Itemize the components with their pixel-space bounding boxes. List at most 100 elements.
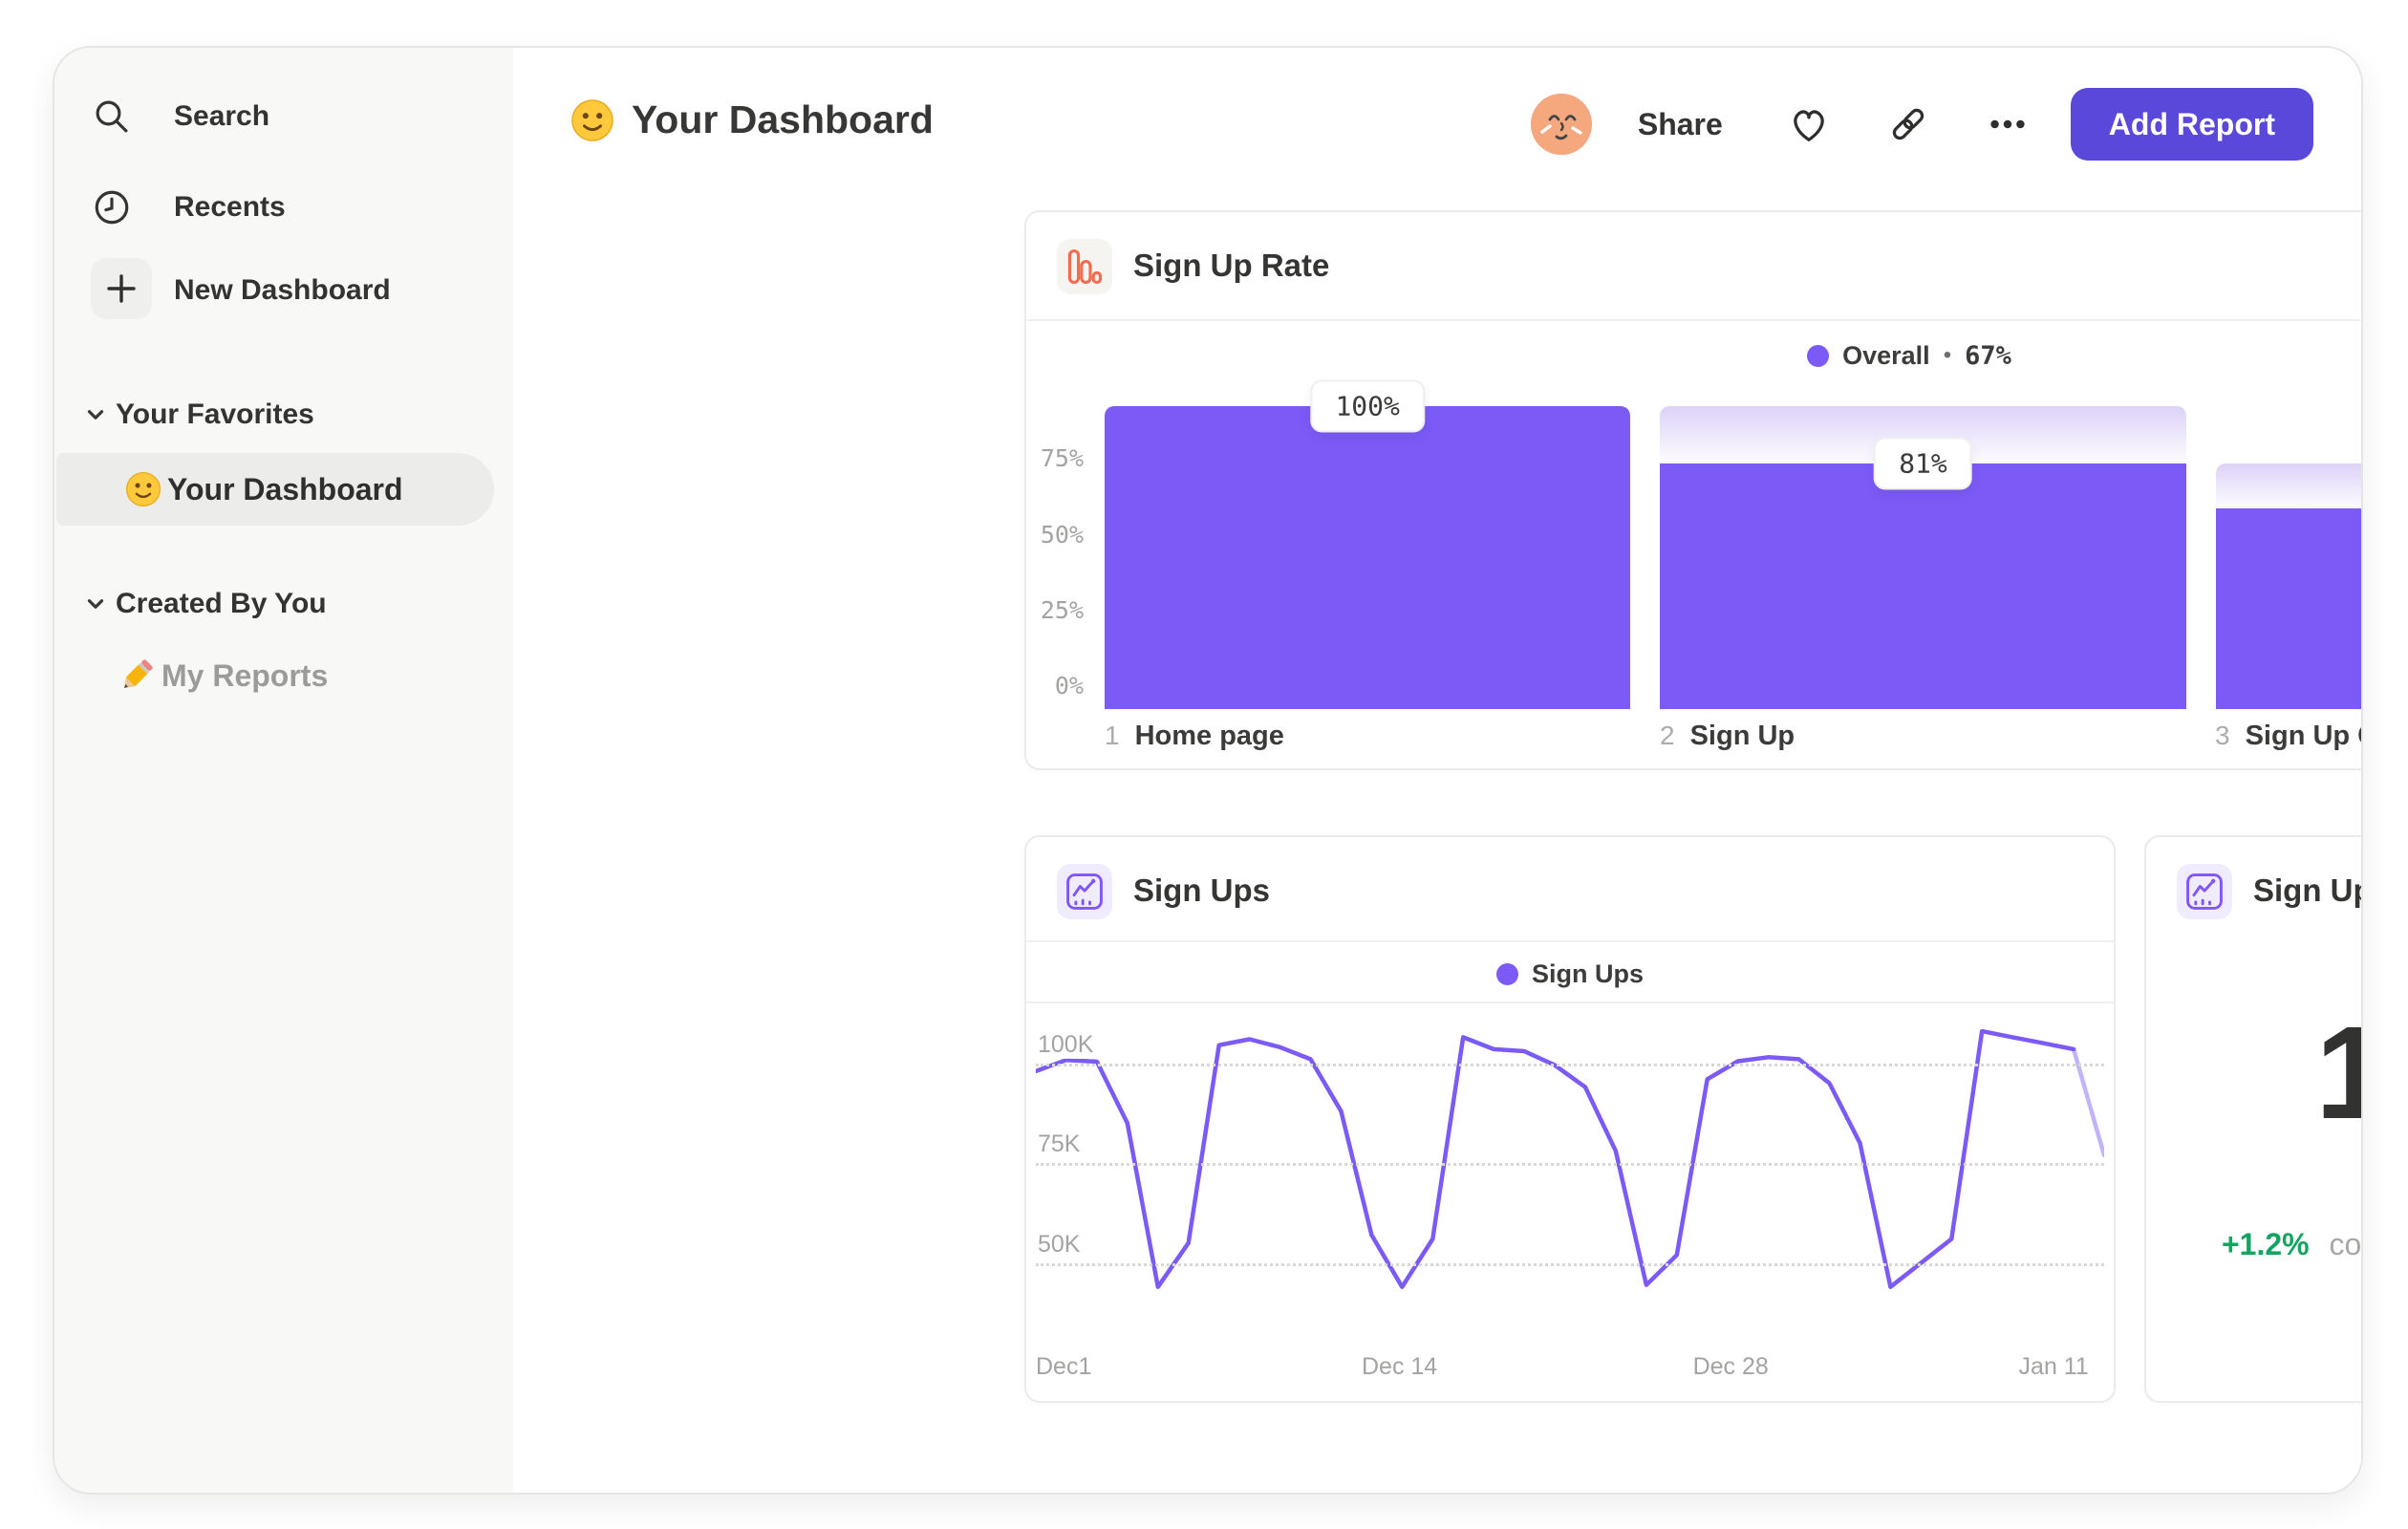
funnel-bar-home-page[interactable]: 100%: [1105, 379, 1631, 709]
x-tick: Dec1: [1036, 1353, 1092, 1380]
avatar[interactable]: [1530, 94, 1592, 155]
line-legend[interactable]: Sign Ups: [1026, 946, 2114, 1001]
sidebar-section-label: Your Favorites: [116, 398, 314, 430]
legend-separator: •: [1943, 342, 1952, 368]
legend-label: Overall: [1842, 340, 1930, 370]
sidebar-item-label: My Reports: [161, 657, 329, 693]
card-sign-ups-today: Sign Ups Today 100K Unique Users +1.2% c…: [2144, 835, 2362, 1403]
y-tick: 25%: [1040, 595, 1084, 624]
main-content: Your Dashboard Share Add Report Sign Up …: [513, 48, 2361, 1493]
sidebar-item-search[interactable]: Search: [54, 86, 513, 147]
funnel-bar-fill: [1105, 406, 1631, 709]
gridline: [1036, 1063, 2104, 1066]
funnel-step-label: 1 Home page: [1105, 721, 1284, 752]
funnel-data-label: 81%: [1874, 437, 1972, 490]
sidebar-item-label: Recents: [174, 191, 286, 223]
divider: [1026, 1001, 2114, 1003]
header-actions: Share Add Report: [1530, 88, 2313, 161]
funnel-plot: 100% 81% 82%: [1105, 379, 2361, 709]
line-series: [1036, 1028, 2104, 1289]
step-number: 3: [2215, 721, 2230, 750]
step-number: 2: [1660, 721, 1675, 750]
funnel-data-label: 100%: [1310, 379, 1425, 433]
funnel-x-axis: 1 Home page 2 Sign Up 3 Sign Up Confirma…: [1105, 721, 2361, 759]
kpi-value: 100K: [2146, 998, 2361, 1150]
line-plot: 100K 75K 50K: [1036, 1007, 2104, 1337]
divider: [1026, 940, 2114, 942]
chevron-down-icon: [83, 592, 108, 616]
x-tick: Dec 14: [1361, 1353, 1438, 1380]
legend-label: Sign Ups: [1531, 958, 1644, 988]
y-tick: 75%: [1040, 444, 1084, 473]
sidebar: Search Recents New Dashboard Your Favori: [54, 48, 515, 1493]
chevron-down-icon: [83, 402, 108, 427]
smiley-emoji: [125, 471, 161, 507]
card-header: Sign Ups Today: [2146, 837, 2361, 944]
page: { "colors": { "accent_purple": "#7C5AF6"…: [0, 0, 2408, 1529]
sidebar-item-your-dashboard[interactable]: Your Dashboard: [56, 453, 494, 526]
legend-value: 67%: [1965, 340, 2011, 371]
gridline: [1036, 1262, 2104, 1266]
funnel-bar-fill: [2215, 507, 2361, 709]
step-name: Home page: [1134, 721, 1284, 751]
sidebar-item-new-dashboard[interactable]: New Dashboard: [54, 258, 513, 321]
app-window: Search Recents New Dashboard Your Favori: [53, 46, 2363, 1495]
smiley-emoji: [570, 98, 614, 142]
sidebar-section-label: Created By You: [116, 588, 327, 619]
funnel-bar-fill: [1660, 463, 2186, 709]
share-button[interactable]: Share: [1638, 107, 1723, 142]
step-name: Sign Up: [1689, 721, 1795, 751]
kpi-delta: +1.2%: [2221, 1227, 2310, 1261]
legend-dot: [1807, 344, 1830, 367]
funnel-bar-sign-up[interactable]: 81%: [1660, 406, 2186, 709]
legend-dot: [1495, 962, 1518, 985]
sidebar-section-created-by-you[interactable]: Created By You: [54, 581, 513, 627]
card-header: Sign Ups: [1026, 837, 2114, 940]
page-header: Your Dashboard Share Add Report: [513, 48, 2361, 201]
sidebar-item-recents[interactable]: Recents: [54, 177, 513, 238]
card-sign-ups: Sign Ups Sign Ups 100K 75K 50K Dec1 Dec …: [1024, 835, 2116, 1403]
line-x-axis: Dec1 Dec 14 Dec 28 Jan 11: [1036, 1353, 2104, 1388]
funnel-dropoff: [2215, 463, 2361, 508]
gridline: [1036, 1163, 2104, 1167]
y-tick: 75K: [1038, 1131, 1086, 1159]
card-title: Sign Ups: [1133, 872, 1271, 908]
sidebar-section-your-favorites[interactable]: Your Favorites: [54, 392, 513, 438]
line-chart-icon: [1057, 864, 1112, 919]
card-title: Sign Ups Today: [2253, 872, 2361, 908]
y-tick: 50%: [1040, 520, 1084, 549]
ellipsis-icon[interactable]: [1977, 94, 2038, 155]
kpi-label: Unique Users: [2146, 1160, 2361, 1197]
step-name: Sign Up Confirmation: [2245, 721, 2361, 751]
step-number: 1: [1105, 721, 1120, 750]
line-chart-icon: [2177, 864, 2232, 919]
y-tick: 100K: [1038, 1030, 1100, 1059]
sidebar-item-my-reports[interactable]: My Reports: [54, 645, 513, 706]
funnel-bar-sign-up-confirmation[interactable]: 82%: [2215, 406, 2361, 709]
funnel-step-label: 2 Sign Up: [1660, 721, 1795, 752]
link-icon[interactable]: [1878, 94, 1939, 155]
plus-icon: [91, 258, 152, 319]
card-sign-up-rate: Sign Up Rate Overall • 67% 75% 50% 25% 0…: [1024, 210, 2361, 770]
card-title: Sign Up Rate: [1133, 248, 1330, 283]
heart-icon[interactable]: [1778, 94, 1839, 155]
y-tick: 0%: [1054, 672, 1084, 700]
search-icon: [91, 96, 133, 138]
kpi-delta-text: compared to previous period: [2329, 1227, 2362, 1261]
sidebar-item-label: Your Dashboard: [167, 471, 403, 506]
divider: [1026, 319, 2361, 321]
sidebar-item-label: New Dashboard: [174, 274, 391, 306]
funnel-y-axis: 75% 50% 25% 0%: [1026, 406, 1084, 709]
add-report-button[interactable]: Add Report: [2070, 88, 2313, 161]
sidebar-item-label: Search: [174, 100, 270, 132]
funnel-legend[interactable]: Overall • 67%: [1026, 331, 2361, 380]
x-tick: Jan 11: [2018, 1353, 2089, 1380]
clock-icon: [91, 186, 133, 228]
kpi-delta-row: +1.2% compared to previous period: [2146, 1227, 2362, 1262]
funnel-step-label: 3 Sign Up Confirmation: [2215, 721, 2361, 752]
y-tick: 50K: [1038, 1230, 1086, 1259]
x-tick: Dec 28: [1692, 1353, 1769, 1380]
pencil-emoji: [118, 657, 156, 695]
page-title-wrap: Your Dashboard: [570, 97, 934, 142]
page-title: Your Dashboard: [632, 97, 934, 141]
